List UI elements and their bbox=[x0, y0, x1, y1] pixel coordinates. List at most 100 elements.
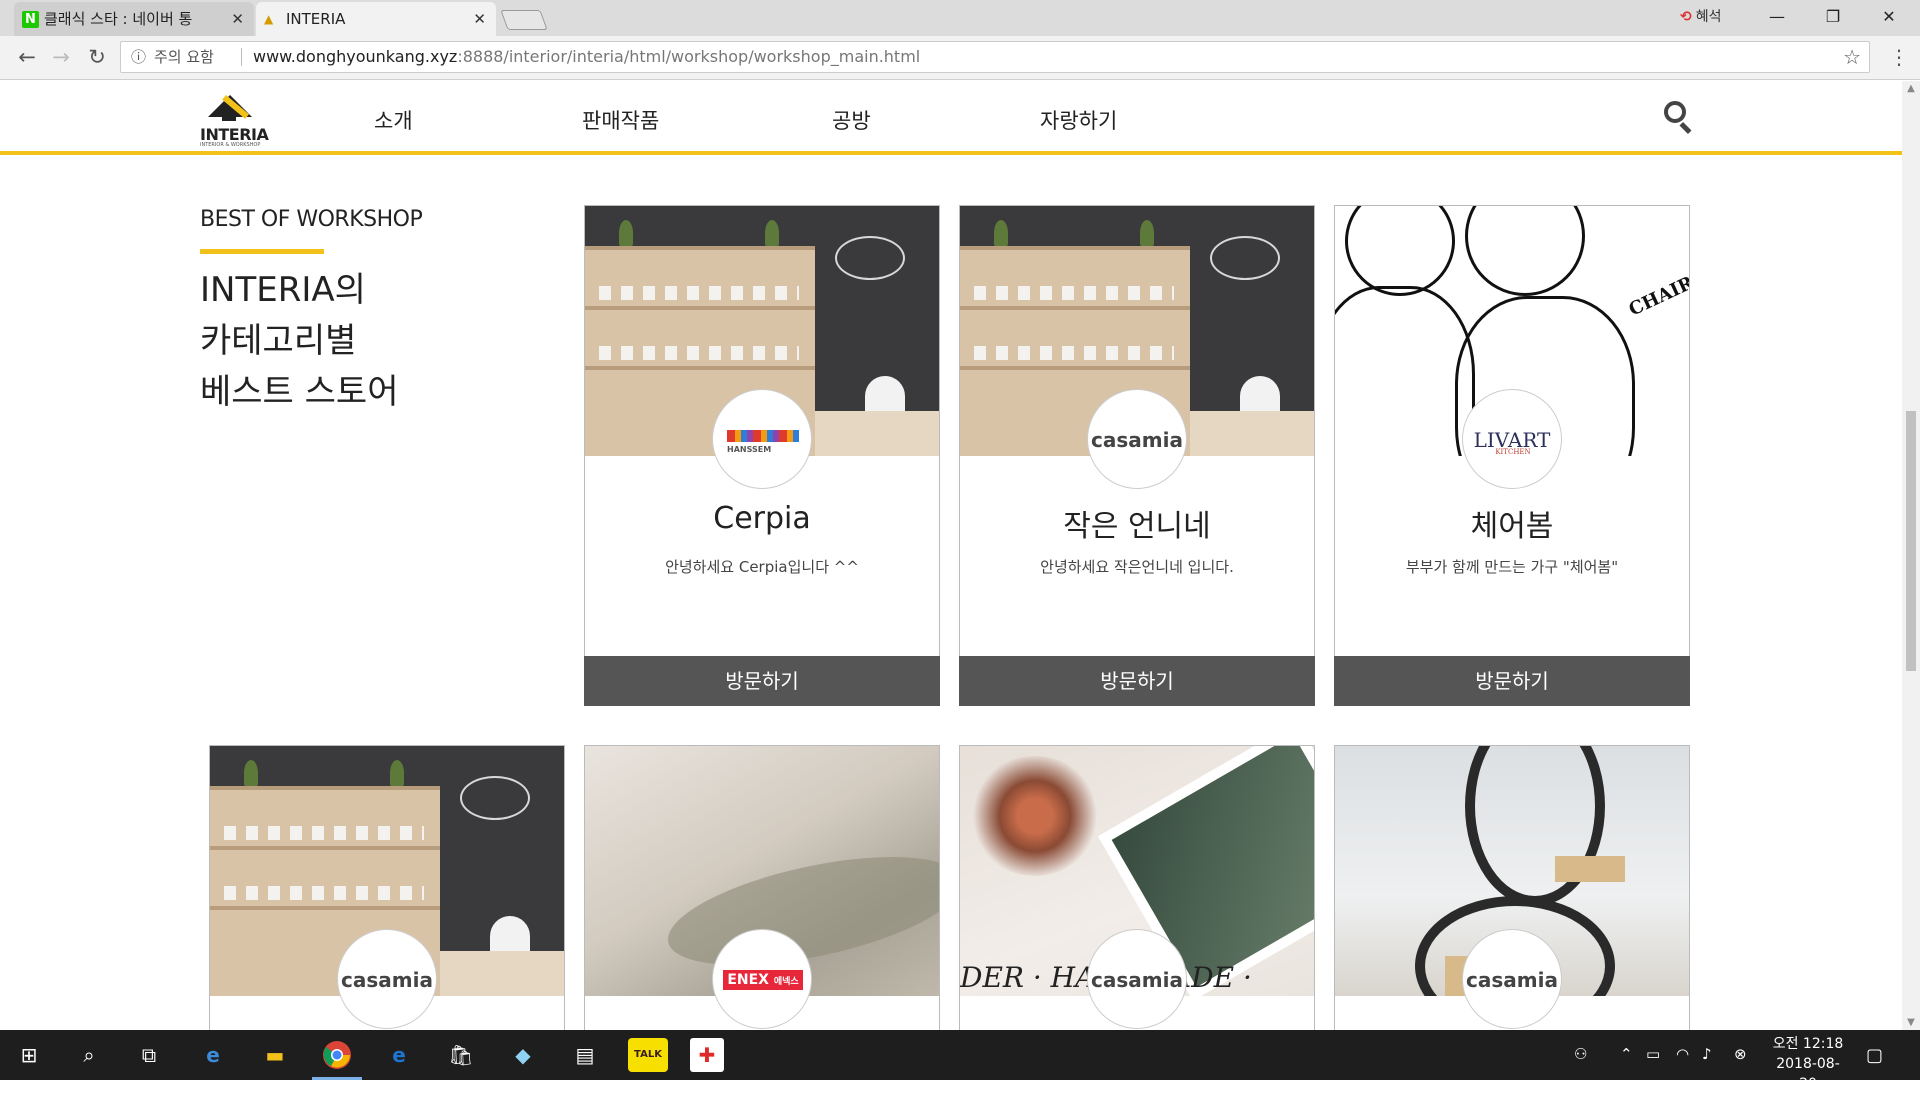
nav-item-showoff[interactable]: 자랑하기 bbox=[1040, 105, 1117, 135]
url-input[interactable]: ⓘ 주의 요함 www.donghyounkang.xyz:8888/inter… bbox=[120, 41, 1870, 73]
store-icon[interactable]: 🛍 bbox=[444, 1038, 478, 1072]
site-logo[interactable]: INTERIA INTERIOR & WORKSHOP bbox=[200, 95, 269, 149]
back-icon[interactable]: ← bbox=[12, 42, 42, 72]
divider bbox=[241, 48, 242, 66]
url-path: :8888/interior/interia/html/workshop/wor… bbox=[457, 47, 921, 66]
heading-line: 카테고리별 bbox=[200, 321, 357, 361]
cups-row bbox=[224, 886, 424, 900]
restore-button[interactable]: ❐ bbox=[1808, 0, 1858, 34]
search-icon[interactable]: ⌕ bbox=[72, 1038, 106, 1072]
ime-icon[interactable]: ⊗ bbox=[1734, 1045, 1747, 1063]
shelf-rail bbox=[960, 366, 1190, 370]
page-scrollbar[interactable]: ▲ ▼ bbox=[1902, 81, 1920, 1030]
battery-icon[interactable]: ▭ bbox=[1646, 1045, 1660, 1063]
browser-menu-icon[interactable]: ⋮ bbox=[1884, 42, 1914, 72]
plant bbox=[994, 220, 1008, 246]
shelf-rail bbox=[960, 246, 1190, 250]
volume-icon[interactable]: ♪ bbox=[1702, 1045, 1712, 1063]
scroll-thumb[interactable] bbox=[1906, 411, 1916, 671]
chair bbox=[490, 916, 530, 956]
visit-button[interactable]: 방문하기 bbox=[959, 656, 1315, 706]
search-icon[interactable] bbox=[1664, 101, 1694, 135]
store-card: casamia 작은 언니네 안녕하세요 작은언니네 입니다. 방문하기 bbox=[959, 205, 1315, 706]
people-icon[interactable]: ⚇ bbox=[1574, 1045, 1587, 1063]
nav-item-intro[interactable]: 소개 bbox=[374, 105, 413, 135]
url-text: www.donghyounkang.xyz:8888/interior/inte… bbox=[253, 42, 920, 72]
enex-logo-box: ENEX 에넥스 bbox=[723, 970, 803, 990]
store-card: ENEX 에넥스 bbox=[584, 745, 940, 1030]
stool-frame bbox=[1465, 746, 1605, 906]
notifications-icon[interactable]: ▢ bbox=[1866, 1045, 1883, 1066]
hanssem-stripes bbox=[727, 430, 799, 442]
bookmark-star-icon[interactable]: ☆ bbox=[1843, 42, 1861, 72]
browser-tab-naver[interactable]: N 클래식 스타 : 네이버 통 ✕ bbox=[14, 2, 254, 36]
store-card: casamia bbox=[1334, 745, 1690, 1030]
sticky-notes-icon[interactable]: ▤ bbox=[568, 1038, 602, 1072]
plant bbox=[244, 760, 258, 786]
chalk-drawing bbox=[1210, 236, 1280, 280]
chalk-drawing bbox=[460, 776, 530, 820]
clock-date: 2018-08-20 bbox=[1776, 1056, 1840, 1092]
plant bbox=[619, 220, 633, 246]
shelf-rail bbox=[210, 846, 440, 850]
visit-button[interactable]: 방문하기 bbox=[584, 656, 940, 706]
brand-logo-casamia: casamia bbox=[337, 929, 437, 1029]
brand-logo-sub: KITCHEN bbox=[1495, 448, 1531, 456]
scroll-up-icon[interactable]: ▲ bbox=[1902, 83, 1920, 94]
section-heading: INTERIA의 카테고리별 베스트 스토어 bbox=[200, 265, 500, 418]
forward-icon[interactable]: → bbox=[46, 42, 76, 72]
plant bbox=[1140, 220, 1154, 246]
logo-subtext: INTERIOR & WORKSHOP bbox=[200, 142, 261, 148]
chrome-icon[interactable] bbox=[312, 1038, 362, 1080]
task-view-icon[interactable]: ⧉ bbox=[132, 1038, 166, 1072]
brand-logo-hanssem: HANSSEM bbox=[712, 389, 812, 489]
brand-logo-casamia: casamia bbox=[1087, 929, 1187, 1029]
scroll-down-icon[interactable]: ▼ bbox=[1902, 1017, 1920, 1028]
show-hidden-icons-icon[interactable]: ⌃ bbox=[1620, 1045, 1633, 1063]
plant bbox=[390, 760, 404, 786]
new-tab-button[interactable] bbox=[500, 10, 548, 30]
window-close-button[interactable]: ✕ bbox=[1864, 0, 1914, 34]
store-description: 안녕하세요 작은언니네 입니다. bbox=[1040, 558, 1234, 576]
profile-button[interactable]: ⟲ 혜석 bbox=[1680, 6, 1722, 26]
minimize-button[interactable]: — bbox=[1752, 0, 1802, 34]
file-explorer-icon[interactable]: ▬ bbox=[258, 1038, 292, 1072]
nav-item-products[interactable]: 판매작품 bbox=[582, 105, 659, 135]
chair bbox=[1240, 376, 1280, 416]
kakaotalk-icon[interactable]: TALK bbox=[628, 1038, 668, 1072]
shelf-rail bbox=[210, 786, 440, 790]
edge-icon[interactable]: e bbox=[382, 1038, 416, 1072]
brand-logo-enex: ENEX 에넥스 bbox=[712, 929, 812, 1029]
section-kicker: BEST OF WORKSHOP bbox=[200, 207, 423, 232]
info-icon[interactable]: ⓘ bbox=[131, 42, 146, 72]
shelf-rail bbox=[585, 246, 815, 250]
sketch-line bbox=[1345, 206, 1455, 296]
windows-start-icon[interactable]: ⊞ bbox=[12, 1038, 46, 1072]
close-tab-icon[interactable]: ✕ bbox=[231, 2, 244, 36]
browser-tab-interia[interactable]: ▲ INTERIA ✕ bbox=[256, 2, 496, 36]
store-name: 체어봄 bbox=[1470, 509, 1554, 544]
shelf-rail bbox=[210, 906, 440, 910]
wifi-icon[interactable]: ◠ bbox=[1676, 1045, 1689, 1063]
heading-line: INTERIA의 bbox=[200, 270, 366, 310]
visit-button[interactable]: 방문하기 bbox=[1334, 656, 1690, 706]
address-bar-area: ← → ↻ ⓘ 주의 요함 www.donghyounkang.xyz:8888… bbox=[0, 36, 1920, 80]
search-handle bbox=[1679, 121, 1692, 135]
kicker-underline bbox=[200, 249, 324, 254]
sketch-line bbox=[1335, 286, 1475, 456]
photo-text: CHAIR bbox=[1625, 272, 1689, 321]
naver-n-icon: N bbox=[22, 11, 39, 28]
shelf-rail bbox=[960, 306, 1190, 310]
security-label[interactable]: 주의 요함 bbox=[154, 42, 214, 72]
medical-app-icon[interactable]: ✚ bbox=[690, 1038, 724, 1072]
reload-icon[interactable]: ↻ bbox=[82, 42, 112, 72]
cups-row bbox=[974, 346, 1174, 360]
taskbar-clock[interactable]: 오전 12:18 2018-08-20 bbox=[1768, 1034, 1848, 1094]
nav-item-workshop[interactable]: 공방 bbox=[832, 105, 871, 135]
internet-explorer-icon[interactable]: e bbox=[196, 1038, 230, 1072]
app-icon[interactable]: ◆ bbox=[506, 1038, 540, 1072]
close-tab-icon[interactable]: ✕ bbox=[473, 2, 486, 36]
store-card: casamia bbox=[209, 745, 565, 1030]
interia-favicon-icon: ▲ bbox=[264, 12, 274, 26]
table bbox=[440, 951, 564, 996]
